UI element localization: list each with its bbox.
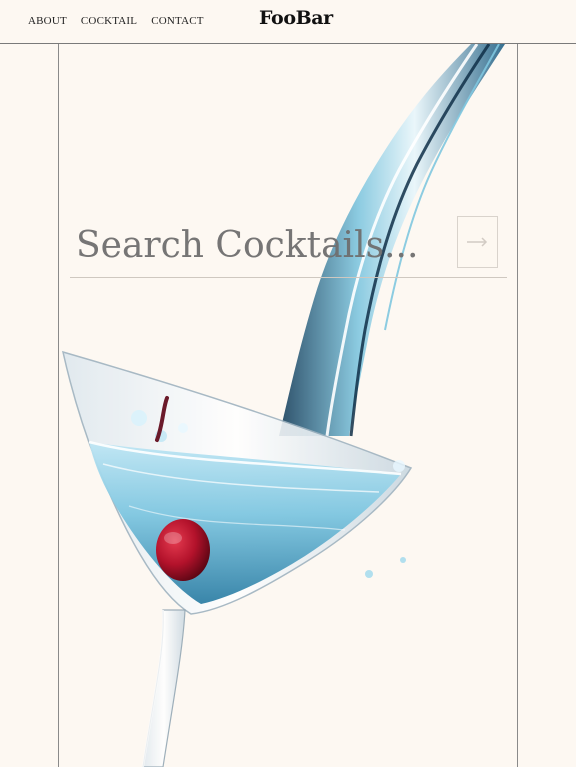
hero-frame [58,44,518,767]
nav-link-about[interactable]: ABOUT [28,15,67,27]
primary-nav: ABOUT COCKTAIL CONTACT [28,15,204,27]
martini-glass-pour-image [61,44,505,767]
page: ABOUT COCKTAIL CONTACT FooBar [0,0,576,767]
arrow-right-icon [466,235,489,250]
search-input[interactable] [76,220,446,270]
nav-link-cocktail[interactable]: COCKTAIL [81,15,137,27]
nav-link-contact[interactable]: CONTACT [151,15,203,27]
search-submit-button[interactable] [457,216,498,268]
brand-logo[interactable]: FooBar [259,7,333,29]
top-nav-bar: ABOUT COCKTAIL CONTACT FooBar [0,0,576,44]
search-bar [70,214,507,278]
